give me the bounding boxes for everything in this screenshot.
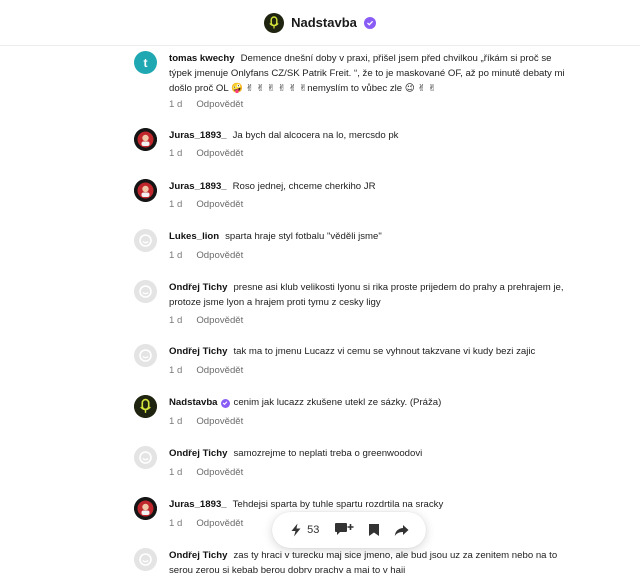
comment-author[interactable]: Nadstavba [169, 397, 218, 408]
comment-body: Ondřej Tichy presne asi klub velikosti ly… [169, 280, 569, 310]
share-arrow-icon [394, 524, 409, 536]
comment-time: 1 d [169, 99, 183, 110]
comment-meta: 1 d Odpovědět [169, 250, 243, 261]
comment-text: cenim jak lucazz zkušene utekl ze sázky.… [233, 397, 442, 408]
share-button[interactable] [394, 524, 409, 537]
avatar[interactable] [134, 229, 157, 252]
juras-avatar-icon [134, 179, 157, 202]
comment-author[interactable]: Ondřej Tichy [169, 282, 227, 293]
reply-button[interactable]: Odpovědět [196, 518, 243, 529]
default-avatar-icon [134, 446, 157, 469]
comment-author[interactable]: tomas kwechy [169, 53, 235, 64]
comment-time: 1 d [169, 518, 183, 529]
comment-author[interactable]: Ondřej Tichy [169, 550, 227, 561]
comment-time: 1 d [169, 199, 183, 210]
comment-body: Ondřej Tichy tak ma to jmenu Lucazz vi ce… [169, 344, 569, 359]
comment-time: 1 d [169, 365, 183, 376]
post-action-bar: 53 [272, 512, 426, 548]
comment-text: Roso jednej, chceme cherkiho JR [232, 181, 376, 192]
avatar[interactable] [134, 395, 157, 418]
add-comment-button[interactable] [334, 522, 354, 538]
comment-text: Ja bych dal alcocera na lo, mercsdo pk [232, 130, 399, 141]
default-avatar-icon [134, 280, 157, 303]
comment-time: 1 d [169, 416, 183, 427]
default-avatar-icon [134, 548, 157, 571]
comment-text: Tehdejsi sparta by tuhle spartu rozdrtil… [232, 499, 444, 510]
comment-author[interactable]: Ondřej Tichy [169, 448, 227, 459]
reply-button[interactable]: Odpovědět [196, 365, 243, 376]
default-avatar-icon [134, 344, 157, 367]
comment-body: Ondřej Tichy samozrejme to neplati treba … [169, 446, 569, 461]
reply-button[interactable]: Odpovědět [196, 148, 243, 159]
comment-author[interactable]: Juras_1893_ [169, 499, 227, 510]
comment-body: Juras_1893_ Roso jednej, chceme cherkiho … [169, 179, 569, 194]
comment-meta: 1 d Odpovědět [169, 148, 243, 159]
comment-text: sparta hraje styl fotbalu "věděli jsme" [225, 231, 382, 242]
comment-time: 1 d [169, 250, 183, 261]
comment-body: Nadstavba cenim jak lucazz zkušene utekl … [169, 395, 569, 410]
comment-meta: 1 d Odpovědět [169, 315, 243, 326]
reply-button[interactable]: Odpovědět [196, 99, 243, 110]
reply-button[interactable]: Odpovědět [196, 416, 243, 427]
bookmark-button[interactable] [368, 523, 380, 537]
like-count: 53 [307, 524, 320, 536]
reply-button[interactable]: Odpovědět [196, 250, 243, 261]
lightning-like-icon [291, 523, 301, 537]
comment-body: tomas kwechy Demence dnešní doby v praxi,… [169, 51, 569, 96]
reply-button[interactable]: Odpovědět [196, 199, 243, 210]
page-header: Nadstavba [0, 0, 640, 46]
comment-meta: 1 d Odpovědět [169, 99, 243, 110]
avatar[interactable] [134, 179, 157, 202]
comment-time: 1 d [169, 467, 183, 478]
comment-body: Juras_1893_ Ja bych dal alcocera na lo, m… [169, 128, 569, 143]
reply-button[interactable]: Odpovědět [196, 467, 243, 478]
comment-meta: 1 d Odpovědět [169, 416, 243, 427]
comment-meta: 1 d Odpovědět [169, 518, 243, 529]
channel-title[interactable]: Nadstavba [291, 15, 357, 30]
comment-meta: 1 d Odpovědět [169, 365, 243, 376]
avatar[interactable] [134, 344, 157, 367]
verified-badge-icon [363, 16, 376, 29]
comment-text: zas ty hraci v turecku maj sice jmeno, a… [169, 550, 558, 573]
comment-author[interactable]: Lukes_lion [169, 231, 219, 242]
juras-avatar-icon [134, 497, 157, 520]
avatar[interactable]: t [134, 51, 157, 74]
like-button[interactable]: 53 [289, 523, 319, 537]
comment-body: Ondřej Tichy zas ty hraci v turecku maj s… [169, 548, 569, 573]
comment-author[interactable]: Juras_1893_ [169, 181, 227, 192]
comment-body: Lukes_lion sparta hraje styl fotbalu "věd… [169, 229, 569, 244]
default-avatar-icon [134, 229, 157, 252]
reply-button[interactable]: Odpovědět [196, 315, 243, 326]
comment-text: tak ma to jmenu Lucazz vi cemu se vyhnou… [233, 346, 536, 357]
avatar[interactable] [134, 548, 157, 571]
nadstavba-logo-icon [134, 395, 157, 418]
comment-text: presne asi klub velikosti lyonu si rika … [169, 282, 564, 308]
comment-body: Juras_1893_ Tehdejsi sparta by tuhle spar… [169, 497, 569, 512]
nadstavba-logo-icon[interactable] [264, 12, 285, 33]
verified-badge-icon [220, 398, 230, 408]
avatar[interactable] [134, 128, 157, 151]
comment-author[interactable]: Juras_1893_ [169, 130, 227, 141]
juras-avatar-icon [134, 128, 157, 151]
comment-text: samozrejme to neplati treba o greenwoodo… [233, 448, 423, 459]
avatar[interactable] [134, 446, 157, 469]
avatar[interactable] [134, 280, 157, 303]
bookmark-icon [368, 524, 379, 536]
avatar[interactable] [134, 497, 157, 520]
comment-time: 1 d [169, 315, 183, 326]
comment-time: 1 d [169, 148, 183, 159]
comment-meta: 1 d Odpovědět [169, 199, 243, 210]
comment-author[interactable]: Ondřej Tichy [169, 346, 227, 357]
add-comment-icon [334, 523, 354, 535]
comment-meta: 1 d Odpovědět [169, 467, 243, 478]
